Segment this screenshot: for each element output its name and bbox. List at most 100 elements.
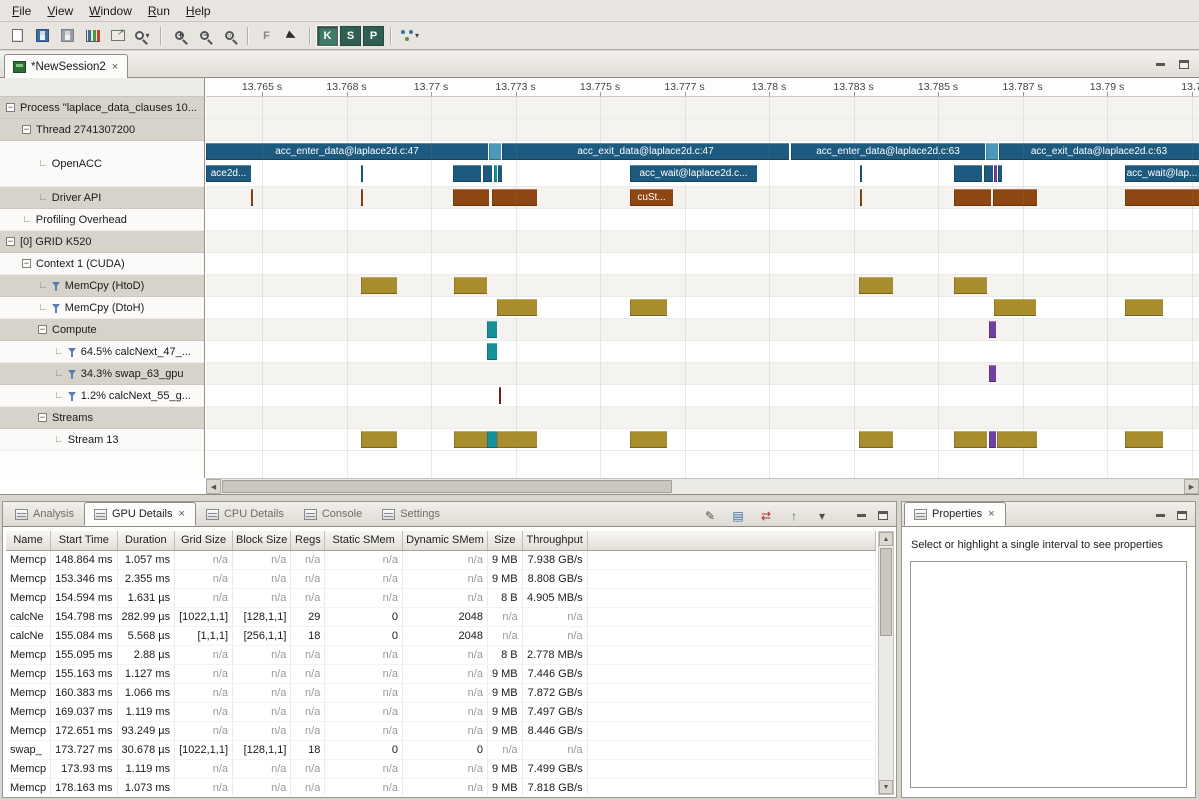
timeline-bar[interactable] <box>454 277 487 294</box>
scroll-left-icon[interactable]: ◀ <box>206 479 221 494</box>
timeline-row-label[interactable]: −[0] GRID K520 <box>0 231 204 253</box>
table-row[interactable]: Memcp178.163 ms1.073 msn/an/an/an/an/a9 … <box>6 778 876 795</box>
timeline-bar[interactable] <box>997 431 1037 448</box>
menu-view[interactable]: View <box>39 2 81 20</box>
timeline-row-label[interactable]: ∟MemCpy (DtoH) <box>0 297 204 319</box>
table-row[interactable]: Memcp169.037 ms1.119 msn/an/an/an/an/a9 … <box>6 702 876 721</box>
timeline-row-label[interactable]: ∟Profiling Overhead <box>0 209 204 231</box>
new-session-button[interactable] <box>5 24 30 47</box>
column-header-name[interactable]: Name <box>6 531 51 550</box>
timeline-bar[interactable] <box>497 431 537 448</box>
timeline-bar[interactable] <box>989 365 996 382</box>
timeline-bar[interactable] <box>860 165 862 182</box>
timeline-row-label[interactable]: ∟MemCpy (HtoD) <box>0 275 204 297</box>
timeline-bar[interactable] <box>860 189 862 206</box>
zoom-in-button[interactable]: + <box>167 24 192 47</box>
column-header-size[interactable]: Size <box>487 531 522 550</box>
timeline-bar[interactable] <box>487 343 497 360</box>
collapse-icon[interactable]: − <box>22 125 31 134</box>
timeline-bar[interactable] <box>483 165 492 182</box>
filter-icon[interactable] <box>68 369 77 379</box>
timeline-row-label[interactable]: −Context 1 (CUDA) <box>0 253 204 275</box>
timeline-bar[interactable] <box>361 277 397 294</box>
timeline-bar[interactable] <box>487 431 497 448</box>
save-all-button[interactable] <box>55 24 80 47</box>
column-header-block-size[interactable]: Block Size <box>233 531 291 550</box>
collapse-icon[interactable]: − <box>38 325 47 334</box>
close-icon[interactable]: × <box>111 61 119 73</box>
timeline-bar[interactable] <box>251 189 253 206</box>
minimize-icon[interactable] <box>1156 514 1165 517</box>
filter-icon[interactable] <box>52 303 61 313</box>
scroll-up-icon[interactable]: ▲ <box>879 532 893 546</box>
timeline-row-label[interactable]: ∟Driver API <box>0 187 204 209</box>
filter-icon[interactable] <box>52 281 61 291</box>
timeline-bar[interactable] <box>361 165 363 182</box>
timeline-row-label[interactable]: ∟OpenACC <box>0 141 204 187</box>
marker-mode-button[interactable]: F <box>254 24 279 47</box>
timeline-bar[interactable] <box>489 143 501 160</box>
timeline-bar[interactable] <box>994 165 997 182</box>
timeline-bar[interactable] <box>361 189 363 206</box>
close-icon[interactable]: × <box>987 508 995 520</box>
selection-mode-button[interactable] <box>279 24 304 47</box>
timeline-bar[interactable] <box>993 189 1037 206</box>
menu-help[interactable]: Help <box>178 2 219 20</box>
minimize-icon[interactable] <box>857 514 866 517</box>
timeline-bar[interactable] <box>494 165 497 182</box>
timeline-bar[interactable] <box>498 165 502 182</box>
timeline-bar[interactable] <box>1125 431 1163 448</box>
search-button[interactable]: ▾ <box>130 24 155 47</box>
collapse-icon[interactable]: − <box>6 103 15 112</box>
timeline-bar[interactable] <box>954 277 987 294</box>
timeline-bar[interactable] <box>630 299 667 316</box>
stream-timeline-toggle[interactable]: S <box>340 26 361 46</box>
timeline-row-label[interactable]: −Compute <box>0 319 204 341</box>
table-row[interactable]: Memcp155.095 ms2.88 µsn/an/an/an/an/a8 B… <box>6 645 876 664</box>
timeline-bar[interactable]: cuSt... <box>630 189 673 206</box>
maximize-icon[interactable] <box>878 511 888 520</box>
sync-button[interactable] <box>756 506 776 524</box>
pen-button[interactable] <box>700 506 720 524</box>
session-tab[interactable]: *NewSession2 × <box>4 54 128 79</box>
timeline-bar[interactable] <box>453 189 489 206</box>
table-row[interactable]: calcNe155.084 ms5.568 µs[1,1,1][256,1,1]… <box>6 626 876 645</box>
timeline-bar[interactable]: acc_wait@laplace2d.c... <box>630 165 757 182</box>
tab-cpu-details[interactable]: CPU Details <box>196 502 294 526</box>
timeline-bar[interactable] <box>492 189 537 206</box>
tab-analysis[interactable]: Analysis <box>5 502 84 526</box>
timeline-bar[interactable] <box>497 299 537 316</box>
scrollbar-thumb[interactable] <box>222 480 672 493</box>
zoom-fit-button[interactable]: ▫ <box>217 24 242 47</box>
column-header-throughput[interactable]: Throughput <box>522 531 587 550</box>
export-button[interactable] <box>105 24 130 47</box>
timeline-row-label[interactable]: −Streams <box>0 407 204 429</box>
timeline-bar[interactable] <box>859 431 893 448</box>
tab-properties[interactable]: Properties × <box>904 502 1006 526</box>
timeline-bar[interactable] <box>361 431 397 448</box>
scroll-right-icon[interactable]: ▶ <box>1184 479 1199 494</box>
column-header-start-time[interactable]: Start Time <box>51 531 117 550</box>
timeline-bar[interactable] <box>1125 299 1163 316</box>
minimize-icon[interactable] <box>1156 63 1165 66</box>
table-row[interactable]: Memcp173.93 ms1.119 msn/an/an/an/an/a9 M… <box>6 759 876 778</box>
timeline-bar[interactable] <box>998 165 1002 182</box>
tab-settings[interactable]: Settings <box>372 502 450 526</box>
timeline-row-label[interactable]: −Process "laplace_data_clauses 10... <box>0 97 204 119</box>
table-row[interactable]: Memcp154.594 ms1.631 µsn/an/an/an/an/a8 … <box>6 588 876 607</box>
table-row[interactable]: Memcp148.864 ms1.057 msn/an/an/an/an/a9 … <box>6 550 876 569</box>
timeline-bar[interactable] <box>1125 189 1199 206</box>
timeline-bar[interactable] <box>487 321 497 338</box>
timeline-bar[interactable] <box>454 431 487 448</box>
timeline-bar[interactable]: acc_exit_data@laplace2d.c:47 <box>502 143 789 160</box>
timeline-row-label[interactable]: ∟34.3% swap_63_gpu <box>0 363 204 385</box>
table-row[interactable]: Memcp172.651 ms93.249 µsn/an/an/an/an/a9… <box>6 721 876 740</box>
timeline-bar[interactable] <box>986 143 998 160</box>
scroll-down-icon[interactable]: ▼ <box>879 780 893 794</box>
scrollbar-thumb[interactable] <box>880 548 892 636</box>
menu-file[interactable]: File <box>4 2 39 20</box>
timeline-bar[interactable] <box>984 165 993 182</box>
timeline-bar[interactable]: acc_enter_data@laplace2d.c:63 <box>791 143 985 160</box>
zoom-out-button[interactable]: − <box>192 24 217 47</box>
timeline-bar[interactable] <box>954 165 982 182</box>
